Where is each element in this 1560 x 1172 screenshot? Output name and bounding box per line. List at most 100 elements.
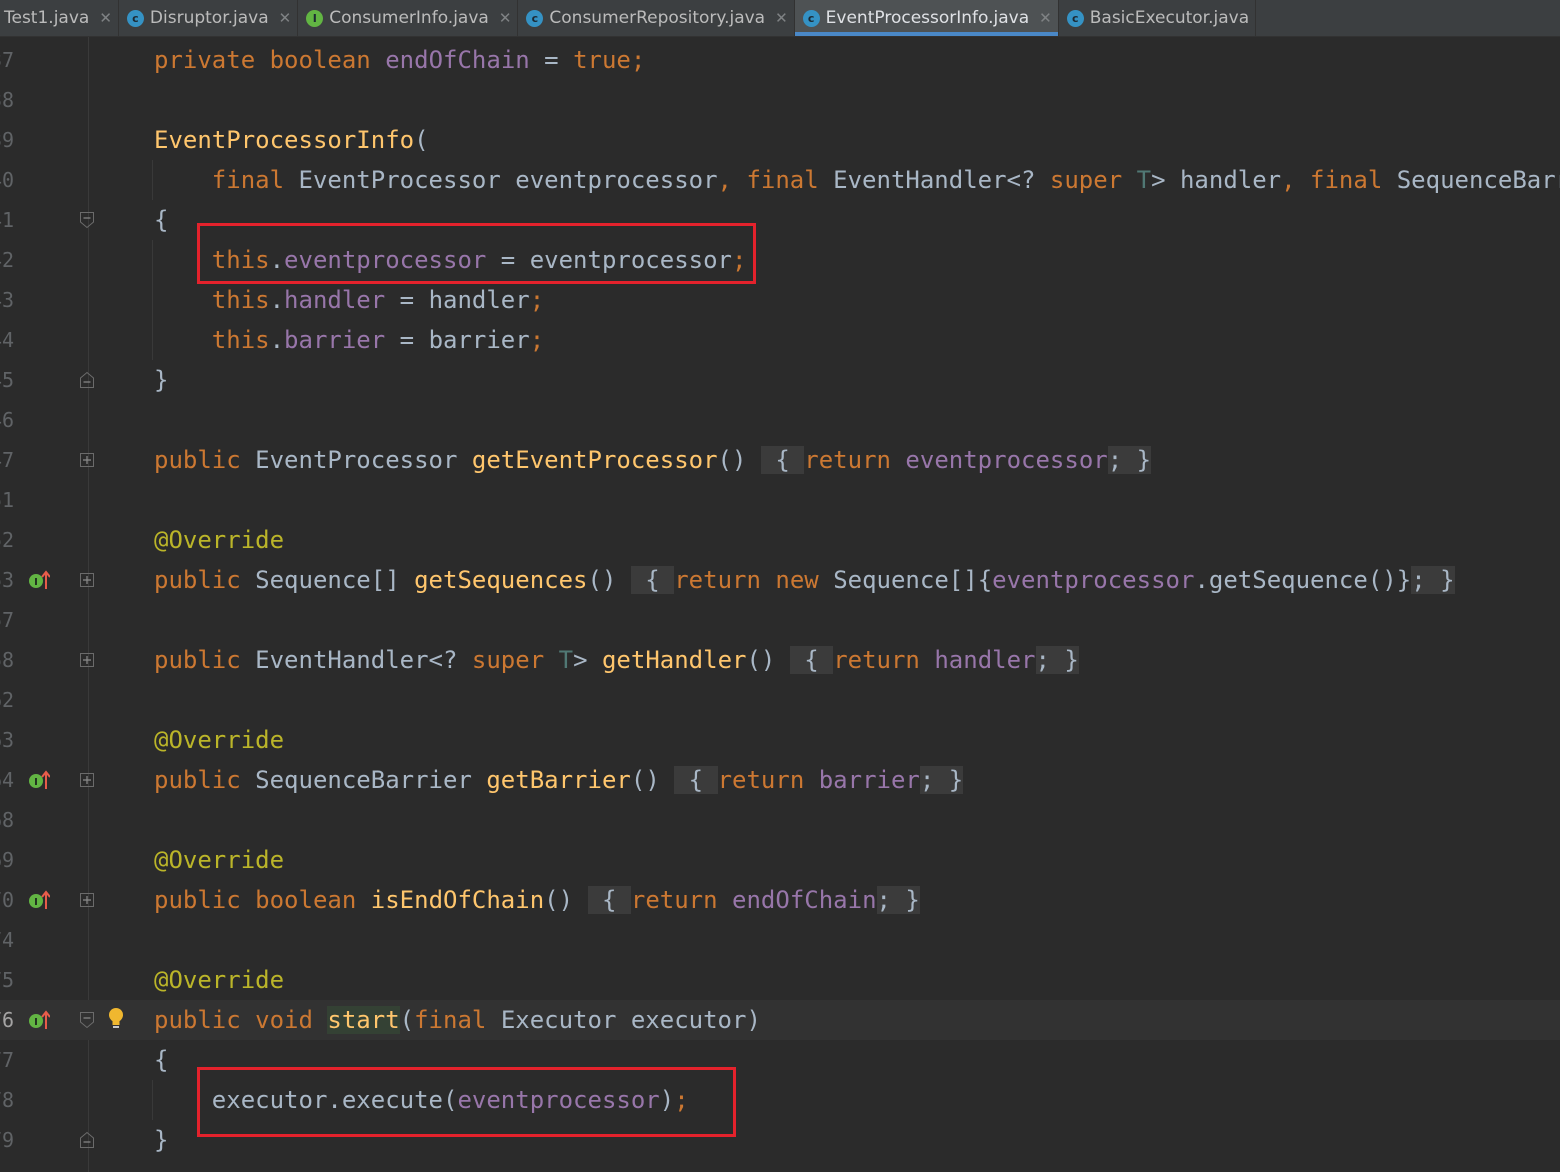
lightbulb-icon[interactable] <box>107 1006 125 1032</box>
code-text: { <box>154 206 169 234</box>
fold-end-icon[interactable] <box>79 1131 95 1149</box>
code-text: public Sequence[] getSequences() { retur… <box>154 566 1455 594</box>
line-number: 39 <box>0 128 15 152</box>
line-number: 69 <box>0 848 15 872</box>
line-number: 64 <box>0 768 15 792</box>
tab-consumerrepository[interactable]: c ConsumerRepository.java ✕ <box>518 0 795 36</box>
svg-text:I: I <box>34 577 38 588</box>
tab-label: ConsumerRepository.java <box>549 8 766 28</box>
svg-text:I: I <box>34 777 38 788</box>
class-icon: c <box>526 9 544 27</box>
code-text: @Override <box>154 726 285 754</box>
code-text: private boolean endOfChain = true; <box>154 46 646 74</box>
code-text: public SequenceBarrier getBarrier() { re… <box>154 766 964 794</box>
line-number: 53 <box>0 568 15 592</box>
fold-expand-icon[interactable] <box>79 771 95 789</box>
line-number: 57 <box>0 608 15 632</box>
code-text: this.handler = handler; <box>211 286 545 314</box>
code-line[interactable]: 46 <box>0 400 1560 440</box>
tab-label: Disruptor.java <box>149 8 269 28</box>
fold-expand-icon[interactable] <box>79 451 95 469</box>
line-number: 79 <box>0 1128 15 1152</box>
code-line[interactable]: 57 <box>0 600 1560 640</box>
line-number: 78 <box>0 1088 15 1112</box>
code-line[interactable]: 44 this.barrier = barrier; <box>0 320 1560 360</box>
code-text: this.barrier = barrier; <box>211 326 545 354</box>
code-line[interactable]: 38 <box>0 80 1560 120</box>
code-line[interactable]: 70 Ipublic boolean isEndOfChain() { retur… <box>0 880 1560 920</box>
tab-test1[interactable]: Test1.java ✕ <box>0 0 119 36</box>
code-line[interactable]: 52 @Override <box>0 520 1560 560</box>
line-number: 41 <box>0 208 15 232</box>
line-number: 47 <box>0 448 15 472</box>
line-number: 62 <box>0 688 15 712</box>
code-line[interactable]: 45} <box>0 360 1560 400</box>
tab-basicexecutor[interactable]: c BasicExecutor.java <box>1059 0 1257 36</box>
code-line[interactable]: 63 @Override <box>0 720 1560 760</box>
code-text: public void start(final Executor executo… <box>154 1006 761 1034</box>
fold-expand-icon[interactable] <box>79 891 95 909</box>
code-line[interactable]: 43 this.handler = handler; <box>0 280 1560 320</box>
code-text: @Override <box>154 966 285 994</box>
class-icon: c <box>126 9 144 27</box>
code-line[interactable]: 76 Ipublic void start(final Executor exec… <box>0 1000 1560 1040</box>
line-number: 51 <box>0 488 15 512</box>
line-number: 76 <box>0 1008 15 1032</box>
code-line[interactable]: 75 @Override <box>0 960 1560 1000</box>
code-line[interactable]: 74 <box>0 920 1560 960</box>
line-number: 40 <box>0 168 15 192</box>
implements-method-icon[interactable]: I <box>28 1009 50 1031</box>
tab-label: BasicExecutor.java <box>1089 8 1250 28</box>
code-line[interactable]: 64 Ipublic SequenceBarrier getBarrier() {… <box>0 760 1560 800</box>
line-number: 37 <box>0 48 15 72</box>
close-icon[interactable]: ✕ <box>499 9 512 27</box>
code-line[interactable]: 53 Ipublic Sequence[] getSequences() { re… <box>0 560 1560 600</box>
code-text: } <box>154 366 169 394</box>
code-line[interactable]: 39 EventProcessorInfo( <box>0 120 1560 160</box>
code-line[interactable]: 40 final EventProcessor eventprocessor, … <box>0 160 1560 200</box>
implements-method-icon[interactable]: I <box>28 769 50 791</box>
code-line[interactable]: 69 @Override <box>0 840 1560 880</box>
line-number: 42 <box>0 248 15 272</box>
close-icon[interactable]: ✕ <box>1039 9 1052 27</box>
line-number: 58 <box>0 648 15 672</box>
fold-expand-icon[interactable] <box>79 571 95 589</box>
implements-method-icon[interactable]: I <box>28 569 50 591</box>
code-line[interactable]: 62 <box>0 680 1560 720</box>
line-number: 45 <box>0 368 15 392</box>
code-text: EventProcessorInfo( <box>154 126 429 154</box>
line-number: 77 <box>0 1048 15 1072</box>
line-number: 74 <box>0 928 15 952</box>
close-icon[interactable]: ✕ <box>279 9 292 27</box>
line-number: 70 <box>0 888 15 912</box>
code-text: { <box>154 1046 169 1074</box>
highlight-box <box>197 1067 736 1137</box>
line-number: 44 <box>0 328 15 352</box>
code-text: public EventProcessor getEventProcessor(… <box>154 446 1152 474</box>
code-line[interactable]: 37 private boolean endOfChain = true; <box>0 40 1560 80</box>
fold-expand-icon[interactable] <box>79 651 95 669</box>
code-line[interactable]: 51 <box>0 480 1560 520</box>
code-line[interactable]: 58 public EventHandler<? super T> getHand… <box>0 640 1560 680</box>
code-line[interactable]: 47 public EventProcessor getEventProcesso… <box>0 440 1560 480</box>
line-number: 63 <box>0 728 15 752</box>
fold-collapse-icon[interactable] <box>79 211 95 229</box>
tab-label: Test1.java <box>4 8 90 28</box>
tab-label: EventProcessorInfo.java <box>825 8 1030 28</box>
highlight-box <box>197 223 756 284</box>
line-number: 43 <box>0 288 15 312</box>
code-text: @Override <box>154 526 285 554</box>
interface-icon: I <box>306 9 324 27</box>
implements-method-icon[interactable]: I <box>28 889 50 911</box>
code-line[interactable]: 68 <box>0 800 1560 840</box>
code-text: public EventHandler<? super T> getHandle… <box>154 646 1079 674</box>
fold-end-icon[interactable] <box>79 371 95 389</box>
tab-consumerinfo[interactable]: I ConsumerInfo.java ✕ <box>298 0 519 36</box>
code-text: public boolean isEndOfChain() { return e… <box>154 886 920 914</box>
tab-eventprocessorinfo[interactable]: c EventProcessorInfo.java ✕ <box>794 0 1059 36</box>
close-icon[interactable]: ✕ <box>775 9 788 27</box>
close-icon[interactable]: ✕ <box>99 9 112 27</box>
class-icon: c <box>802 9 820 27</box>
fold-collapse-icon[interactable] <box>79 1011 95 1029</box>
tab-disruptor[interactable]: c Disruptor.java ✕ <box>119 0 299 36</box>
